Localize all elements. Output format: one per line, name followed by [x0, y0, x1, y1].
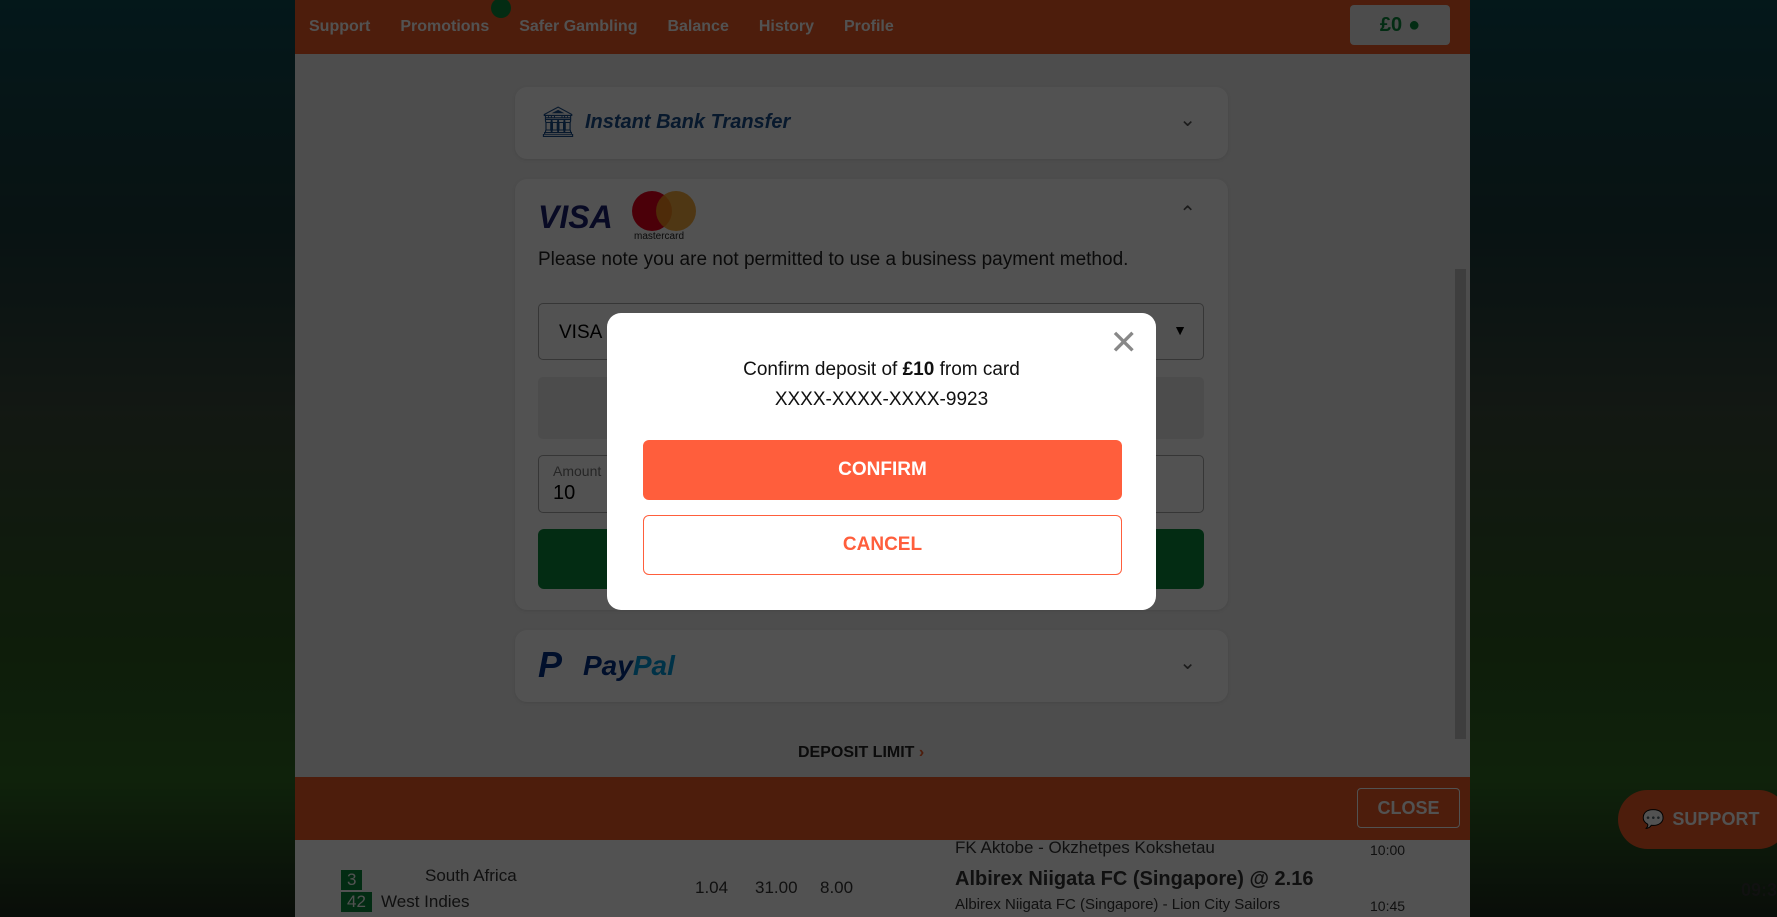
balance-value: £0 [1379, 13, 1403, 36]
match-2-time: 10:45 [1370, 898, 1406, 914]
business-note: Please note you are not permitted to use… [538, 249, 1129, 270]
featured-bet[interactable]: Albirex Niigata FC (Singapore) @ 2.16 [955, 868, 1313, 891]
deposit-limit-link[interactable]: DEPOSIT LIMIT › [798, 744, 924, 762]
paypal-icon: P [538, 644, 563, 685]
nav-history[interactable]: History [759, 18, 814, 36]
dropdown-arrow-icon: ▼ [1173, 322, 1187, 338]
scrollbar-thumb[interactable] [1455, 269, 1466, 739]
match-1-time: 10:00 [1370, 842, 1406, 858]
nav-promotions[interactable]: Promotions [400, 0, 512, 36]
paypal-logo: PayPal [583, 650, 675, 681]
confirm-button[interactable]: CONFIRM [643, 440, 1122, 500]
team-1: South Africa [425, 866, 517, 885]
mastercard-logo: mastercard [632, 191, 696, 242]
clock: 09:3 [1740, 880, 1777, 900]
balance-button[interactable]: £0 ● [1350, 5, 1450, 45]
nav-support[interactable]: Support [309, 18, 370, 36]
events-strip: 3 42 South Africa West Indies 1.04 31.00… [295, 838, 1470, 917]
coins-icon: ● [1408, 13, 1421, 36]
bank-transfer-label: Instant Bank Transfer [585, 111, 791, 133]
match-2[interactable]: Albirex Niigata FC (Singapore) - Lion Ci… [955, 896, 1280, 913]
chevron-up-icon[interactable]: ⌃ [1179, 201, 1196, 226]
chevron-down-icon: ⌄ [1179, 109, 1196, 131]
amount-value: 10 [553, 482, 576, 504]
cancel-button[interactable]: CANCEL [643, 515, 1122, 575]
score-1: 3 [341, 870, 363, 890]
chat-bubble-icon: 💬 [1642, 809, 1665, 829]
bank-transfer-option[interactable]: 🏛 Instant Bank Transfer ⌄ [515, 87, 1228, 159]
score-2: 42 [341, 892, 372, 912]
confirm-deposit-dialog: ✕ Confirm deposit of £10 from card XXXX-… [607, 313, 1156, 610]
paypal-option[interactable]: P PayPal ⌄ [515, 630, 1228, 702]
match-1[interactable]: FK Aktobe - Okzhetpes Kokshetau [955, 838, 1215, 858]
masked-card-number: XXXX-XXXX-XXXX-9923 [774, 389, 989, 410]
nav-safer-gambling[interactable]: Safer Gambling [519, 18, 637, 36]
card-select-value: VISA [559, 322, 603, 343]
notification-dot [491, 0, 512, 18]
odds-home[interactable]: 1.04 [695, 878, 728, 898]
nav-balance[interactable]: Balance [667, 18, 728, 36]
bank-icon: 🏛 [539, 106, 578, 139]
confirm-message: Confirm deposit of £10 from card XXXX-XX… [607, 355, 1156, 415]
visa-logo: VISA [538, 199, 613, 235]
amount-label: Amount [553, 463, 602, 479]
chevron-down-icon: ⌄ [1179, 652, 1196, 674]
chevron-right-icon: › [918, 744, 925, 761]
bottom-bar: CLOSE [295, 777, 1470, 840]
team-2: West Indies [381, 892, 470, 911]
odds-draw[interactable]: 31.00 [755, 878, 798, 898]
close-button[interactable]: CLOSE [1357, 788, 1460, 828]
nav-promotions-label: Promotions [400, 18, 490, 35]
top-nav: Support Promotions Safer Gambling Balanc… [295, 0, 1470, 54]
nav-profile[interactable]: Profile [844, 18, 894, 36]
odds-away[interactable]: 8.00 [820, 878, 853, 898]
support-button[interactable]: 💬 SUPPORT [1618, 790, 1777, 849]
scrollbar[interactable] [1451, 54, 1470, 777]
